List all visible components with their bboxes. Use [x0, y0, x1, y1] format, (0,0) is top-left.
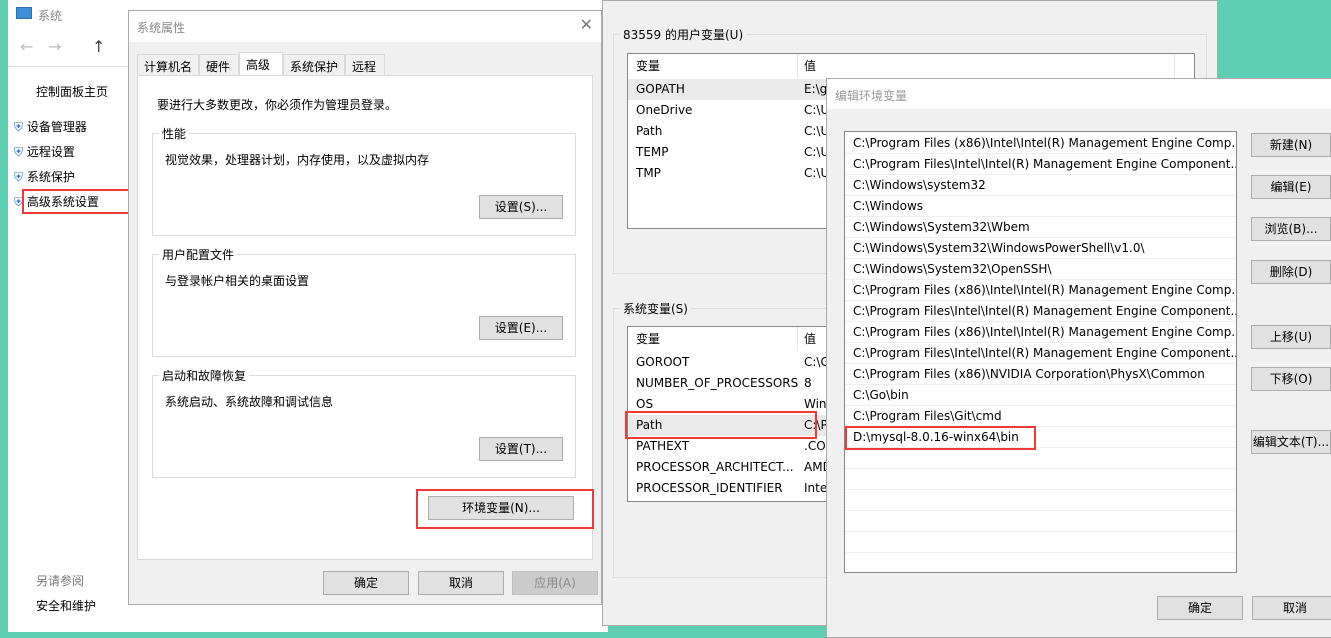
edit-text-button[interactable]: 编辑文本(T)...: [1251, 430, 1331, 454]
title-bar: 编辑环境变量: [827, 79, 1331, 109]
group-title: 83559 的用户变量(U): [620, 26, 747, 43]
apply-button[interactable]: 应用(A): [512, 571, 598, 595]
highlight-path-row: [625, 411, 817, 439]
highlight-env-button: [416, 489, 594, 529]
path-item[interactable]: C:\Windows\system32: [845, 175, 1236, 196]
cancel-button[interactable]: 取消: [418, 571, 504, 595]
path-item[interactable]: C:\Windows\System32\Wbem: [845, 217, 1236, 238]
variable-name: NUMBER_OF_PROCESSORS: [636, 376, 799, 390]
empty-row: [845, 553, 1236, 574]
profile-settings-button[interactable]: 设置(E)...: [479, 316, 563, 340]
path-item[interactable]: C:\Program Files (x86)\Intel\Intel(R) Ma…: [845, 322, 1236, 343]
empty-row: [845, 574, 1236, 595]
title-bar: 系统属性 ✕: [129, 11, 601, 42]
path-item[interactable]: C:\Windows\System32\WindowsPowerShell\v1…: [845, 238, 1236, 259]
shield-icon: ⛨: [14, 145, 24, 159]
path-item[interactable]: C:\Program Files\Intel\Intel(R) Manageme…: [845, 301, 1236, 322]
column-header-value[interactable]: 值: [800, 54, 1175, 78]
window-title: 系统: [38, 9, 63, 23]
shield-icon: ⛨: [14, 170, 24, 184]
path-item[interactable]: C:\Go\bin: [845, 385, 1236, 406]
security-link[interactable]: 安全和维护: [36, 597, 96, 614]
shield-icon: ⛨: [14, 120, 24, 134]
back-icon[interactable]: ←: [20, 37, 33, 56]
system-properties-dialog: 系统属性 ✕ 计算机名 硬件 高级 系统保护 远程 要进行大多数更改，你必须作为…: [128, 10, 602, 605]
sidebar-item-remote[interactable]: ⛨ 远程设置: [14, 143, 99, 168]
computer-icon: [16, 7, 32, 19]
tab-remote[interactable]: 远程: [345, 54, 386, 77]
path-list[interactable]: C:\Program Files (x86)\Intel\Intel(R) Ma…: [844, 131, 1237, 637]
path-item[interactable]: C:\Program Files (x86)\Intel\Intel(R) Ma…: [845, 133, 1236, 154]
column-header-variable[interactable]: 变量: [628, 54, 798, 78]
cancel-button[interactable]: 取消: [1252, 596, 1331, 620]
variable-name: OneDrive: [636, 103, 693, 117]
variable-name: TEMP: [636, 145, 669, 159]
see-also-label: 另请参阅: [36, 574, 85, 588]
group-title: 系统变量(S): [620, 300, 691, 317]
move-down-button[interactable]: 下移(O): [1251, 367, 1331, 391]
forward-icon[interactable]: →: [48, 37, 61, 56]
group-title: 性能: [159, 125, 190, 142]
highlight-mysql-path: [845, 426, 1036, 450]
column-header-variable[interactable]: 变量: [628, 327, 798, 351]
group-title: 用户配置文件: [159, 246, 238, 263]
group-title: 启动和故障恢复: [159, 367, 250, 384]
dialog-title: 系统属性: [137, 21, 186, 35]
variable-name: PROCESSOR_ARCHITECT...: [636, 460, 794, 474]
ok-button[interactable]: 确定: [1157, 596, 1243, 620]
path-item[interactable]: C:\Windows: [845, 196, 1236, 217]
new-button[interactable]: 新建(N): [1251, 133, 1331, 157]
variable-value: .CO: [804, 439, 826, 453]
path-item[interactable]: C:\Program Files (x86)\Intel\Intel(R) Ma…: [845, 280, 1236, 301]
tab-system-protection[interactable]: 系统保护: [283, 54, 346, 77]
browse-button[interactable]: 浏览(B)...: [1251, 217, 1331, 241]
performance-settings-button[interactable]: 设置(S)...: [479, 195, 563, 219]
edit-button[interactable]: 编辑(E): [1251, 175, 1331, 199]
variable-name: PATHEXT: [636, 439, 690, 453]
tabs: 计算机名 硬件 高级 系统保护 远程: [137, 52, 386, 77]
variable-name: GOROOT: [636, 355, 690, 369]
tab-computer-name[interactable]: 计算机名: [137, 54, 200, 77]
edit-environment-variable-dialog: 编辑环境变量 C:\Program Files (x86)\Intel\Inte…: [826, 78, 1331, 638]
variable-value: Inte: [804, 481, 828, 495]
variable-name: GOPATH: [636, 82, 685, 96]
variable-name: Path: [636, 124, 663, 138]
path-item[interactable]: C:\Program Files (x86)\NVIDIA Corporatio…: [845, 364, 1236, 385]
variable-value: E:\g: [804, 82, 828, 96]
group-performance: 性能 视觉效果，处理器计划，内存使用，以及虚拟内存 设置(S)...: [152, 125, 576, 236]
tab-panel: 要进行大多数更改，你必须作为管理员登录。 性能 视觉效果，处理器计划，内存使用，…: [137, 75, 594, 560]
startup-settings-button[interactable]: 设置(T)...: [479, 437, 563, 461]
empty-row: [845, 448, 1236, 469]
tab-hardware[interactable]: 硬件: [199, 54, 240, 77]
path-item[interactable]: C:\Program Files\Git\cmd: [845, 406, 1236, 427]
variable-value: 8: [804, 376, 812, 390]
ok-button[interactable]: 确定: [323, 571, 409, 595]
group-user-profiles: 用户配置文件 与登录帐户相关的桌面设置 设置(E)...: [152, 246, 576, 357]
path-item[interactable]: C:\Program Files\Intel\Intel(R) Manageme…: [845, 343, 1236, 364]
close-icon[interactable]: ✕: [580, 15, 593, 34]
empty-row: [845, 469, 1236, 490]
sidebar-item-device-manager[interactable]: ⛨ 设备管理器: [14, 118, 99, 143]
move-up-button[interactable]: 上移(U): [1251, 325, 1331, 349]
tab-advanced[interactable]: 高级: [239, 52, 284, 76]
divider: [8, 66, 128, 67]
group-desc: 视觉效果，处理器计划，内存使用，以及虚拟内存: [165, 153, 430, 167]
variable-name: TMP: [636, 166, 661, 180]
up-icon[interactable]: ↑: [92, 37, 105, 56]
empty-row: [845, 490, 1236, 511]
dialog-title: 编辑环境变量: [835, 89, 908, 103]
group-desc: 与登录帐户相关的桌面设置: [165, 274, 310, 288]
sidebar-home[interactable]: 控制面板主页: [36, 83, 108, 100]
group-startup-recovery: 启动和故障恢复 系统启动、系统故障和调试信息 设置(T)...: [152, 367, 576, 478]
admin-note: 要进行大多数更改，你必须作为管理员登录。: [157, 98, 398, 112]
delete-button[interactable]: 删除(D): [1251, 260, 1331, 284]
empty-row: [845, 532, 1236, 553]
group-desc: 系统启动、系统故障和调试信息: [165, 395, 334, 409]
path-item[interactable]: C:\Program Files\Intel\Intel(R) Manageme…: [845, 154, 1236, 175]
path-item[interactable]: C:\Windows\System32\OpenSSH\: [845, 259, 1236, 280]
variable-name: PROCESSOR_IDENTIFIER: [636, 481, 783, 495]
empty-row: [845, 511, 1236, 532]
